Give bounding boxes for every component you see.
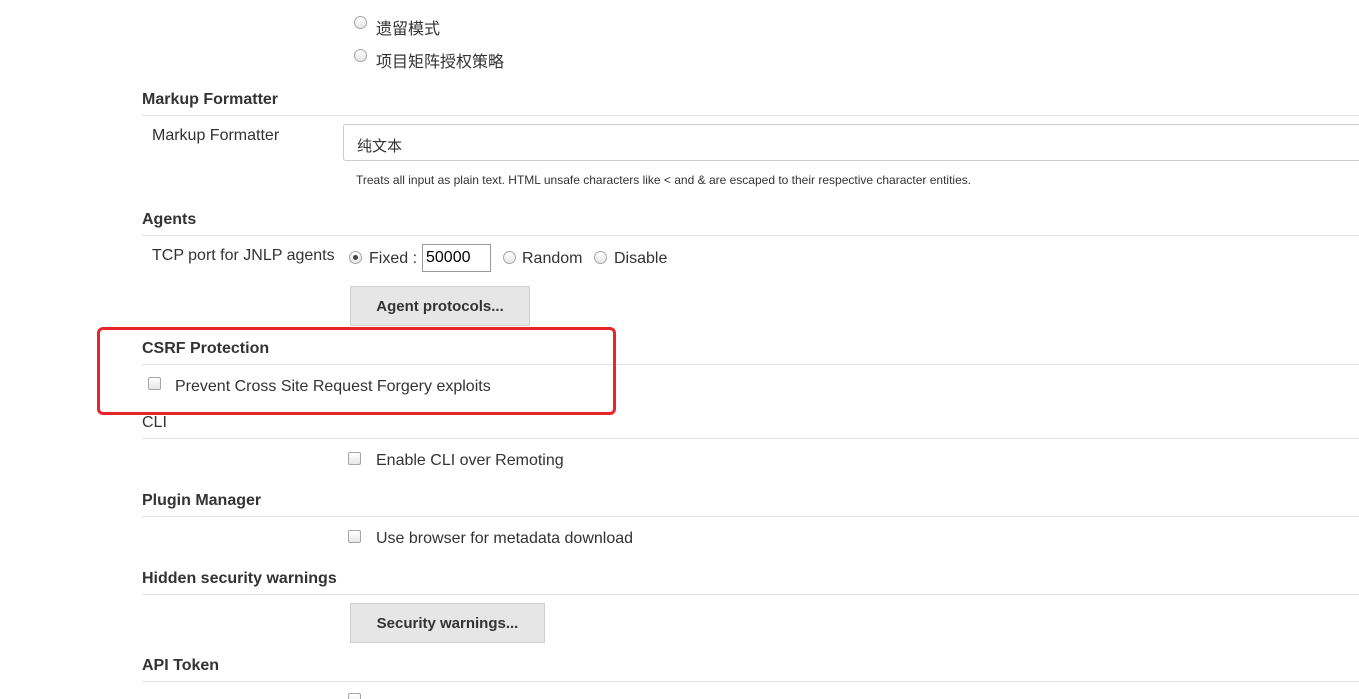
agents-divider	[142, 235, 1359, 236]
disable-port-radio[interactable]	[594, 251, 607, 264]
security-warnings-button[interactable]: Security warnings...	[350, 603, 545, 643]
api-token-section-title: API Token	[142, 657, 220, 674]
fixed-port-label: Fixed :	[369, 250, 418, 267]
agents-section-title: Agents	[142, 211, 197, 228]
hidden-security-warnings-section-title: Hidden security warnings	[142, 570, 337, 587]
disable-port-label: Disable	[614, 250, 668, 267]
port-number-input[interactable]	[422, 244, 491, 272]
markup-formatter-selected-value: 纯文本	[357, 138, 403, 155]
jenkins-security-config-page: 遗留模式 项目矩阵授权策略 Markup Formatter Markup Fo…	[0, 0, 1359, 699]
project-matrix-radio[interactable]	[354, 49, 367, 62]
markup-formatter-select[interactable]: 纯文本	[343, 124, 1359, 161]
markup-formatter-divider	[142, 115, 1359, 116]
markup-formatter-field-label: Markup Formatter	[152, 127, 280, 144]
browser-metadata-checkbox[interactable]	[348, 530, 361, 543]
agent-protocols-button[interactable]: Agent protocols...	[350, 286, 530, 326]
api-token-checkbox[interactable]	[348, 693, 361, 699]
jnlp-port-field-label: TCP port for JNLP agents	[152, 247, 335, 264]
markup-formatter-help-text: Treats all input as plain text. HTML uns…	[356, 173, 972, 187]
legacy-mode-label: 遗留模式	[376, 21, 441, 38]
cli-divider	[142, 438, 1359, 439]
cli-remoting-checkbox[interactable]	[348, 452, 361, 465]
markup-formatter-section-title: Markup Formatter	[142, 91, 279, 108]
fixed-port-radio[interactable]	[349, 251, 362, 264]
random-port-label: Random	[522, 250, 583, 267]
plugin-manager-section-title: Plugin Manager	[142, 492, 262, 509]
api-token-divider	[142, 681, 1359, 682]
cli-section-title: CLI	[142, 414, 167, 431]
browser-metadata-label: Use browser for metadata download	[376, 530, 634, 547]
project-matrix-label: 项目矩阵授权策略	[376, 54, 505, 71]
hidden-security-warnings-divider	[142, 594, 1359, 595]
plugin-manager-divider	[142, 516, 1359, 517]
cli-remoting-label: Enable CLI over Remoting	[376, 452, 564, 469]
legacy-mode-radio[interactable]	[354, 16, 367, 29]
csrf-highlight-annotation	[97, 327, 616, 415]
random-port-radio[interactable]	[503, 251, 516, 264]
